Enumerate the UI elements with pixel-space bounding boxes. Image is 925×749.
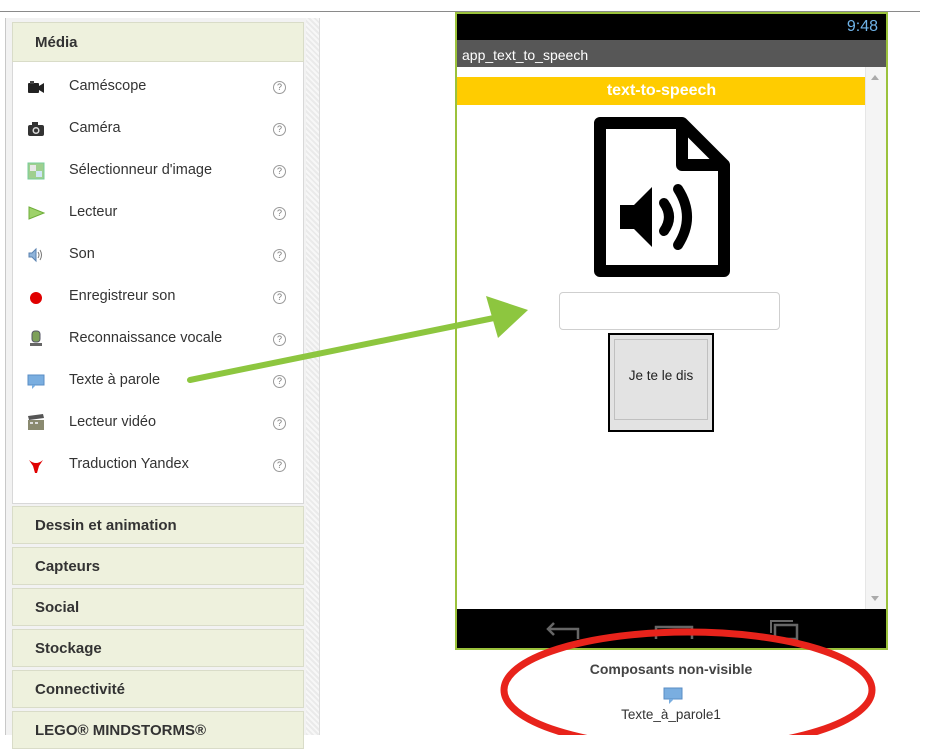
help-icon[interactable]: ?: [273, 207, 286, 220]
palette-item-label: Enregistreur son: [69, 288, 176, 304]
audio-file-icon[interactable]: [590, 115, 734, 281]
palette-item-text-to-speech[interactable]: Texte à parole ?: [13, 362, 305, 402]
palette-item-label: Caméra: [69, 120, 121, 136]
back-icon[interactable]: [542, 617, 582, 641]
palette-item-label: Caméscope: [69, 78, 147, 94]
status-clock: 9:48: [846, 18, 878, 35]
sound-icon: [28, 247, 42, 263]
palette-item-video-player[interactable]: Lecteur vidéo ?: [13, 404, 305, 444]
palette-section-storage[interactable]: Stockage: [12, 629, 304, 667]
text-to-speech-icon[interactable]: [663, 686, 683, 706]
palette-section-sensors[interactable]: Capteurs: [12, 547, 304, 585]
help-icon[interactable]: ?: [273, 249, 286, 262]
designer-screenshot: Média Caméscope ? Caméra ? Sélectionneur…: [0, 0, 925, 749]
text-input-field[interactable]: [559, 292, 780, 330]
text-to-speech-icon: [27, 374, 45, 389]
app-title-bar: app_text_to_speech: [457, 40, 886, 67]
speak-button[interactable]: Je te le dis: [608, 333, 714, 432]
app-screen: text-to-speech Je te le dis: [457, 67, 886, 609]
palette-item-label: Lecteur vidéo: [69, 414, 157, 430]
help-icon[interactable]: ?: [273, 417, 286, 430]
help-icon[interactable]: ?: [273, 459, 286, 472]
recent-apps-icon[interactable]: [767, 615, 803, 641]
palette-item-camcorder[interactable]: Caméscope ?: [13, 68, 305, 108]
phone-status-bar: 9:48: [457, 14, 886, 40]
palette-item-label: Lecteur: [69, 204, 118, 220]
help-icon[interactable]: ?: [273, 291, 286, 304]
help-icon[interactable]: ?: [273, 165, 286, 178]
yandex-translate-icon: [29, 460, 43, 473]
palette-item-label: Traduction Yandex: [69, 456, 189, 472]
phone-nav-bar: [457, 609, 886, 648]
media-component-list: Caméscope ? Caméra ? Sélectionneur d'ima…: [12, 62, 304, 504]
help-icon[interactable]: ?: [273, 123, 286, 136]
palette-section-drawing-animation[interactable]: Dessin et animation: [12, 506, 304, 544]
palette-section-social[interactable]: Social: [12, 588, 304, 626]
palette-section-connectivity[interactable]: Connectivité: [12, 670, 304, 708]
screen-scrollbar[interactable]: [865, 67, 886, 609]
camcorder-icon: [28, 81, 44, 93]
player-icon: [28, 206, 45, 220]
palette-item-label: Son: [69, 246, 95, 262]
help-icon[interactable]: ?: [273, 333, 286, 346]
home-icon[interactable]: [652, 617, 696, 641]
nonvisible-components-title: Composants non-visible: [589, 661, 753, 677]
palette-section-lego-mindstorms[interactable]: LEGO® MINDSTORMS®: [12, 711, 304, 749]
palette-item-player[interactable]: Lecteur ?: [13, 194, 305, 234]
nonvisible-component-label[interactable]: Texte_à_parole1: [556, 707, 786, 722]
sound-recorder-icon: [30, 292, 42, 304]
palette-item-label: Texte à parole: [69, 372, 161, 388]
video-player-icon: [28, 414, 44, 430]
help-icon[interactable]: ?: [273, 375, 286, 388]
app-banner-label[interactable]: text-to-speech: [457, 77, 866, 105]
palette-item-camera[interactable]: Caméra ?: [13, 110, 305, 150]
palette-item-sound[interactable]: Son ?: [13, 236, 305, 276]
image-picker-icon: [27, 162, 45, 180]
help-icon[interactable]: ?: [273, 81, 286, 94]
palette-item-yandex-translate[interactable]: Traduction Yandex ?: [13, 446, 305, 486]
palette-section-media[interactable]: Média: [12, 22, 304, 62]
phone-preview: 9:48 app_text_to_speech text-to-speech J…: [455, 12, 888, 650]
camera-icon: [28, 122, 44, 136]
palette-item-sound-recorder[interactable]: Enregistreur son ?: [13, 278, 305, 318]
palette-item-label: Sélectionneur d'image: [69, 162, 213, 178]
speech-recognizer-icon: [30, 330, 42, 346]
speak-button-label: Je te le dis: [614, 339, 708, 420]
scroll-up-icon[interactable]: [871, 75, 879, 80]
panel-splitter[interactable]: [306, 18, 320, 735]
palette-item-label: Reconnaissance vocale: [69, 330, 223, 346]
palette-item-image-picker[interactable]: Sélectionneur d'image ?: [13, 152, 305, 192]
palette-item-speech-recognizer[interactable]: Reconnaissance vocale ?: [13, 320, 305, 360]
scroll-down-icon[interactable]: [871, 596, 879, 601]
